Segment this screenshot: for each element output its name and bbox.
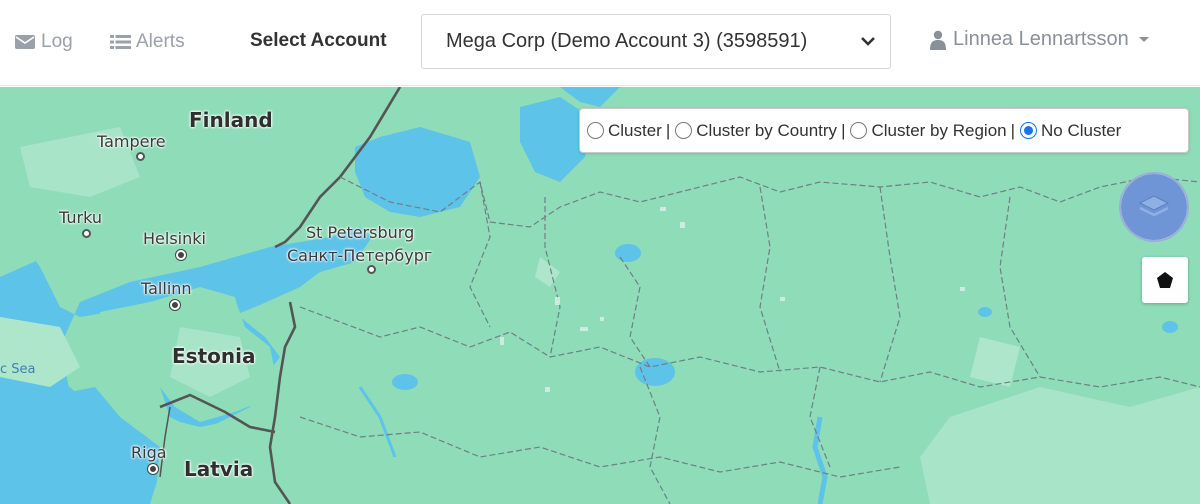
cluster-mode-control: Cluster | Cluster by Country | Cluster b… bbox=[579, 108, 1189, 153]
lake-small-2 bbox=[635, 358, 675, 386]
map-canvas[interactable]: Finland Tampere Turku Helsinki St Peters… bbox=[0, 87, 1200, 504]
river-1 bbox=[812, 416, 828, 504]
label-helsinki: Helsinki bbox=[143, 229, 206, 248]
city-dot-riga bbox=[148, 464, 158, 474]
city-dot-tallinn bbox=[170, 300, 180, 310]
radio-cluster-by-country[interactable]: Cluster by Country bbox=[675, 121, 837, 141]
draw-polygon-button[interactable] bbox=[1142, 257, 1188, 303]
lake-small-3 bbox=[392, 374, 418, 390]
chevron-down-icon bbox=[861, 37, 875, 46]
label-riga: Riga bbox=[131, 443, 167, 462]
river-2 bbox=[358, 386, 397, 458]
separator: | bbox=[1010, 120, 1016, 140]
envelope-icon bbox=[15, 35, 35, 49]
radio-no-cluster-label: No Cluster bbox=[1041, 120, 1122, 140]
nav-alerts-label: Alerts bbox=[136, 31, 185, 52]
separator: | bbox=[841, 120, 846, 140]
city-dot-helsinki bbox=[176, 250, 186, 260]
user-name: Linnea Lennartsson bbox=[953, 28, 1129, 50]
radio-button-cluster-by-region[interactable] bbox=[850, 122, 868, 139]
latvia-land bbox=[150, 407, 300, 504]
city-dot-tampere bbox=[136, 152, 145, 161]
nav-alerts-link[interactable]: Alerts bbox=[110, 29, 185, 55]
caret-down-icon bbox=[1138, 37, 1149, 42]
forest-patch-6 bbox=[535, 257, 560, 287]
label-estonia: Estonia bbox=[172, 344, 256, 368]
nav-log-label: Log bbox=[41, 31, 73, 52]
lake-small-5 bbox=[978, 307, 992, 317]
city-dot-turku bbox=[82, 229, 91, 238]
select-account-label: Select Account bbox=[250, 30, 387, 51]
label-latvia: Latvia bbox=[184, 457, 254, 481]
user-menu[interactable]: Linnea Lennartsson bbox=[930, 28, 1149, 51]
radio-cluster-by-region-label: Cluster by Region bbox=[871, 120, 1007, 140]
user-icon bbox=[930, 30, 946, 50]
lake-ladoga bbox=[355, 127, 480, 217]
layers-button[interactable] bbox=[1119, 172, 1189, 242]
separator: | bbox=[665, 120, 671, 140]
radio-cluster-label: Cluster bbox=[608, 120, 662, 140]
label-st-petersburg-ru: Санкт-Петербург bbox=[287, 246, 433, 265]
label-st-petersburg: St Petersburg bbox=[306, 223, 415, 242]
top-navbar: Log Alerts Select Account Mega Corp (Dem… bbox=[0, 0, 1200, 86]
forest-patch-5 bbox=[970, 337, 1020, 387]
account-select-value: Mega Corp (Demo Account 3) (3598591) bbox=[446, 30, 808, 52]
radio-cluster-by-country-label: Cluster by Country bbox=[696, 120, 838, 140]
nav-log-link[interactable]: Log bbox=[14, 29, 73, 55]
radio-no-cluster[interactable]: No Cluster bbox=[1020, 121, 1121, 141]
radio-button-cluster[interactable] bbox=[587, 122, 604, 139]
radio-cluster[interactable]: Cluster bbox=[587, 121, 662, 141]
label-tallinn: Tallinn bbox=[141, 279, 192, 298]
lake-small-1 bbox=[615, 244, 641, 262]
account-select[interactable]: Mega Corp (Demo Account 3) (3598591) bbox=[421, 14, 891, 69]
forest-patch-4 bbox=[920, 387, 1200, 504]
map-small-patches bbox=[500, 207, 965, 392]
label-tampere: Tampere bbox=[97, 132, 166, 151]
layers-icon bbox=[1138, 195, 1170, 217]
label-finland: Finland bbox=[189, 108, 273, 132]
radio-button-cluster-by-country[interactable] bbox=[675, 122, 693, 139]
label-turku: Turku bbox=[59, 208, 102, 227]
radio-cluster-by-region[interactable]: Cluster by Region bbox=[850, 120, 1007, 141]
city-dot-st-petersburg bbox=[367, 265, 376, 274]
radio-button-no-cluster[interactable] bbox=[1020, 122, 1038, 139]
list-icon bbox=[110, 35, 131, 49]
pentagon-icon bbox=[1157, 272, 1173, 288]
lake-small-4 bbox=[1162, 321, 1178, 333]
layers-button-inner bbox=[1121, 174, 1187, 240]
label-baltic-sea: c Sea bbox=[0, 362, 36, 377]
